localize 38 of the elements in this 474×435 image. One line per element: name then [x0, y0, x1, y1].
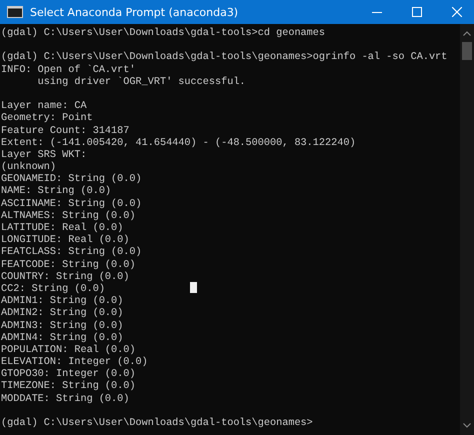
console-line: GTOPO30: Integer (0.0) — [1, 369, 136, 380]
scroll-up-icon[interactable] — [463, 31, 471, 36]
scroll-thumb[interactable] — [462, 42, 472, 60]
console-line: LONGITUDE: Real (0.0) — [1, 235, 130, 246]
scroll-down-icon[interactable] — [463, 423, 471, 428]
console-line: LATITUDE: Real (0.0) — [1, 223, 124, 234]
console-icon — [7, 6, 23, 18]
console-line: POPULATION: Real (0.0) — [1, 344, 136, 356]
close-icon[interactable] — [452, 7, 462, 17]
console-line: ASCIINAME: String (0.0) — [1, 198, 143, 210]
console-line: (gdal) C:\Users\User\Downloads\gdal-tools>cd geonames — [1, 28, 326, 40]
console-line: (gdal) C:\Users\User\Downloads\gdal-tools\geonames>ogrinfo -al -so CA.vrt — [1, 52, 448, 64]
console-line: INFO: Open of `CA.vrt' — [1, 64, 136, 76]
console-line: ADMIN3: String (0.0) — [1, 320, 124, 332]
console-line: Extent: (-141.005420, 41.654440) - (-48.500000, 83.122240) — [1, 138, 357, 150]
maximize-icon[interactable] — [412, 7, 422, 17]
console-line: ADMIN2: String (0.0) — [1, 308, 124, 320]
console-line: (unknown) — [1, 162, 58, 174]
console-line: FEATCODE: String (0.0) — [1, 260, 136, 272]
console-line: ADMIN4: String (0.0) — [1, 332, 124, 344]
console-line: NAME: String (0.0) — [1, 186, 112, 198]
console-line: CC2: String (0.0) — [1, 284, 106, 296]
console-line: TIMEZONE: String (0.0) — [1, 381, 136, 394]
console-line: ADMIN1: String (0.0) — [1, 296, 124, 308]
console-line: ELEVATION: Integer (0.0) — [1, 357, 149, 368]
console-line: FEATCLASS: String (0.0) — [1, 247, 143, 260]
console-line: ALTNAMES: String (0.0) — [1, 210, 136, 222]
console-line: COUNTRY: String (0.0) — [1, 272, 130, 284]
scrollbar[interactable] — [460, 24, 474, 435]
console-line: using driver `OGR_VRT' successful. — [36, 76, 247, 89]
console-line: Feature Count: 314187 — [1, 126, 130, 138]
console-line: Geometry: Point — [1, 113, 94, 126]
console-line: Layer name: CA — [1, 101, 88, 112]
console-line: Layer SRS WKT: — [1, 150, 88, 162]
console-line: GEONAMEID: String (0.0) — [1, 174, 143, 186]
console-line: (gdal) C:\Users\User\Downloads\gdal-tools\geonames> — [1, 418, 314, 430]
window-title: Select Anaconda Prompt (anaconda3) — [30, 6, 238, 18]
console-line: MODDATE: String (0.0) — [1, 394, 130, 406]
